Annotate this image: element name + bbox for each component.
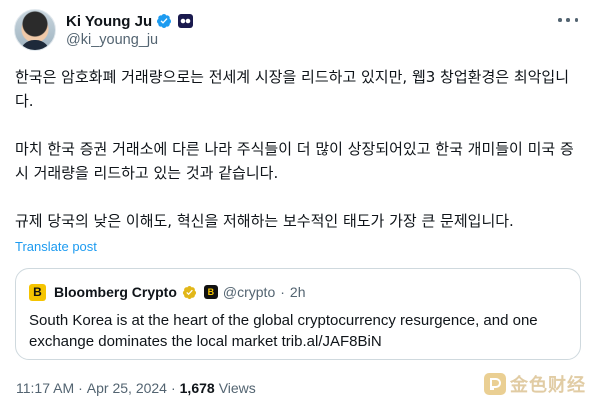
- quoted-tweet-text: South Korea is at the heart of the globa…: [29, 312, 538, 350]
- quoted-post-time[interactable]: 2h: [290, 284, 306, 300]
- gold-verified-badge-icon: [182, 285, 196, 299]
- meta-separator-1: ·: [78, 380, 83, 396]
- tweet-body: 한국은 암호화폐 거래량으로는 전세계 시장을 리드하고 있지만, 웹3 창업환…: [15, 65, 585, 257]
- quoted-separator-dot: ·: [280, 284, 285, 300]
- more-options-icon[interactable]: [558, 14, 578, 26]
- quoted-tweet-card[interactable]: B Bloomberg Crypto B @crypto · 2h South …: [15, 268, 581, 360]
- author-handle[interactable]: @ki_young_ju: [66, 32, 158, 48]
- quoted-author-handle[interactable]: @crypto: [223, 284, 275, 300]
- quoted-tweet-header: B Bloomberg Crypto B @crypto · 2h: [29, 283, 305, 301]
- bloomberg-logo-icon: B: [29, 283, 46, 301]
- tweet-card: Ki Young Ju @ki_young_ju 한국은 암호화폐 거래량으로는…: [0, 0, 596, 403]
- tweet-paragraph-2: 마치 한국 증권 거래소에 다른 나라 주식들이 더 많이 상장되어있고 한국 …: [15, 140, 574, 182]
- watermark-text: 金色财经: [510, 375, 586, 396]
- avatar-shirt: [20, 40, 50, 50]
- post-time[interactable]: 11:17 AM: [16, 380, 74, 396]
- tweet-paragraph-1: 한국은 암호화폐 거래량으로는 전세계 시장을 리드하고 있지만, 웹3 창업환…: [15, 68, 570, 110]
- quoted-affiliate-badge-icon: B: [203, 285, 218, 299]
- translate-post-link[interactable]: Translate post: [15, 239, 97, 254]
- watermark: 金色财经: [484, 371, 586, 397]
- quoted-author-name[interactable]: Bloomberg Crypto: [54, 284, 177, 300]
- tweet-meta: 11:17 AM · Apr 25, 2024 · 1,678 Views: [16, 380, 256, 396]
- tweet-paragraph-3: 규제 당국의 낮은 이해도, 혁신을 저해하는 보수적인 태도가 가장 큰 문제…: [15, 212, 514, 230]
- verified-badge-icon: [157, 14, 172, 28]
- author-name[interactable]: Ki Young Ju: [66, 13, 152, 30]
- views-label: Views: [218, 380, 256, 396]
- author-name-row: Ki Young Ju: [66, 11, 194, 31]
- post-date[interactable]: Apr 25, 2024: [87, 380, 167, 396]
- watermark-logo-icon: [484, 373, 506, 395]
- views-count: 1,678: [179, 380, 215, 396]
- author-avatar[interactable]: [14, 9, 56, 51]
- meta-separator-2: ·: [170, 380, 176, 396]
- affiliate-badge-icon[interactable]: [178, 14, 194, 28]
